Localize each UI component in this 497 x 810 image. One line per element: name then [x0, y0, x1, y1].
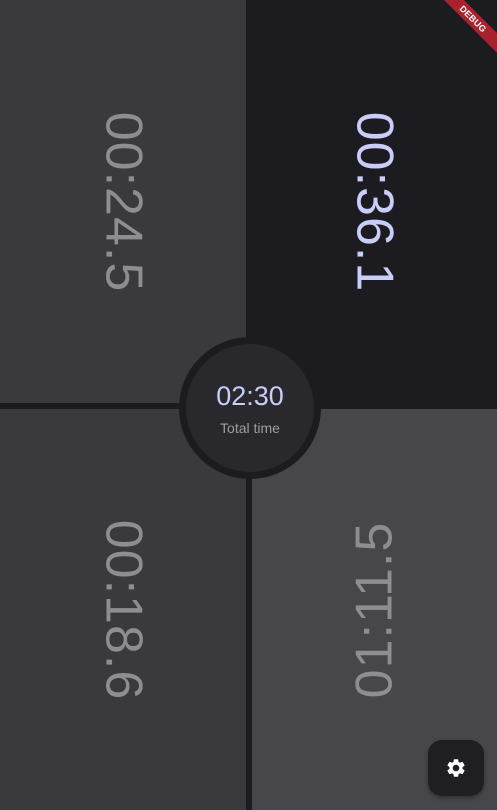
total-time-display: 02:30 Total time: [179, 337, 321, 479]
gear-icon: [447, 759, 465, 777]
player-panel-top-left[interactable]: 00:24.5: [0, 0, 246, 403]
player-timer: 00:24.5: [94, 111, 152, 292]
total-time-value: 02:30: [216, 380, 284, 411]
player-panel-bottom-left[interactable]: 00:18.6: [0, 409, 246, 810]
active-player-timer: 00:36.1: [345, 111, 404, 292]
app-screen: 00:24.5 00:36.1 00:18.6 01:11.5 02:30 To…: [0, 0, 497, 810]
total-time-label: Total time: [220, 419, 280, 436]
player-timer: 00:18.6: [94, 519, 152, 700]
total-time-inner: 02:30 Total time: [186, 344, 314, 472]
player-timer: 01:11.5: [345, 521, 404, 698]
player-panel-top-right[interactable]: 00:36.1: [252, 0, 497, 403]
settings-button[interactable]: [428, 740, 484, 796]
